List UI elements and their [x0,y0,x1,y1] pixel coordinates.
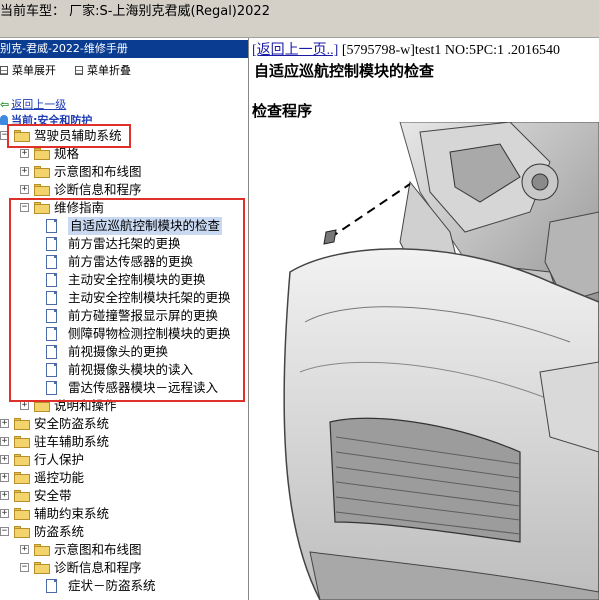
highlight-box-driver-assist [7,124,131,148]
collapse-menu-button[interactable]: 菜单折叠 [75,62,131,78]
tree-folder-item[interactable]: + 遥控功能 [0,469,248,487]
expand-node-icon[interactable]: + [20,401,29,410]
document-pane: [返回上一页..] [5795798-w]test1 NO:5PC:1 .201… [250,38,599,600]
expand-node-icon[interactable]: + [20,545,29,554]
expand-node-icon[interactable]: + [0,491,9,500]
tree-item-label: 安全防盗系统 [34,416,110,431]
tree-item-label: 诊断信息和程序 [54,560,142,575]
collapse-node-icon[interactable]: − [0,527,9,536]
tree-toolbar: 菜单展开 菜单折叠 [0,62,248,78]
tree-doc-item[interactable]: 症状－防盗系统 [0,577,248,595]
expand-node-icon[interactable]: + [0,437,9,446]
tree-folder-item[interactable]: + 安全防盗系统 [0,415,248,433]
model-header-bar: 当前车型： 厂家:S-上海别克君威(Regal)2022 [0,0,599,38]
folder-icon [14,436,30,448]
folder-icon [34,544,50,556]
expand-node-icon[interactable]: + [0,473,9,482]
folder-icon [34,166,50,178]
back-to-parent-link[interactable]: ⇦ 返回上一级 [0,96,66,112]
highlight-box-service-guide [9,198,245,402]
tree-item-label: 安全带 [34,488,72,503]
tree-item-label: 症状－防盗系统 [68,578,156,593]
tree-folder-item[interactable]: + 驻车辅助系统 [0,433,248,451]
expand-menu-button[interactable]: 菜单展开 [0,62,56,78]
menu-collapse-icon [75,66,83,75]
doc-title: 自适应巡航控制模块的检查 [254,62,435,80]
tree-pane-title: 别克-君威-2022-维修手册 [0,40,248,58]
folder-icon [14,418,30,430]
doc-section-heading: 检查程序 [252,102,313,120]
collapse-node-icon[interactable]: − [20,563,29,572]
back-page-link[interactable]: [返回上一页..] [252,43,338,58]
tree-folder-item[interactable]: + 安全带 [0,487,248,505]
document-icon [46,579,57,593]
folder-icon [34,184,50,196]
tree-folder-item[interactable]: − 防盗系统 [0,523,248,541]
manual-tree-pane: 别克-君威-2022-维修手册 菜单展开 菜单折叠 ⇦ 返回上一级 当前:安全和防… [0,38,249,600]
folder-icon [14,454,30,466]
expand-node-icon[interactable]: + [20,185,29,194]
expand-node-icon[interactable]: + [0,509,9,518]
folder-icon [14,490,30,502]
front-bumper-radar-illustration [283,122,599,600]
tree-item-label: 辅助约束系统 [34,506,110,521]
tree-item-label: 示意图和布线图 [54,542,142,557]
tree-folder-item[interactable]: + 诊断信息和程序 [0,181,248,199]
tree-folder-item[interactable]: + 行人保护 [0,451,248,469]
vehicle-model-caption: 当前车型： 厂家:S-上海别克君威(Regal)2022 [0,4,270,19]
tree-item-label: 遥控功能 [34,470,85,485]
tree-folder-item[interactable]: + 示意图和布线图 [0,541,248,559]
doc-nav-line: [返回上一页..] [5795798-w]test1 NO:5PC:1 .201… [252,39,560,59]
tree-folder-item[interactable]: + 示意图和布线图 [0,163,248,181]
folder-icon [14,508,30,520]
tree-folder-item[interactable]: + 辅助约束系统 [0,505,248,523]
green-back-arrow-icon: ⇦ [0,98,10,111]
tree-item-label: 示意图和布线图 [54,164,142,179]
folder-icon [34,562,50,574]
folder-icon [34,148,50,160]
tree-item-label: 诊断信息和程序 [54,182,142,197]
expand-node-icon[interactable]: + [0,455,9,464]
tree-item-label: 防盗系统 [34,524,85,539]
expand-node-icon[interactable]: + [20,149,29,158]
tree-item-label: 行人保护 [34,452,85,467]
expand-node-icon[interactable]: + [20,167,29,176]
folder-icon [14,472,30,484]
folder-icon [14,526,30,538]
expand-node-icon[interactable]: + [0,419,9,428]
tree-item-label: 驻车辅助系统 [34,434,110,449]
doc-info-text: [5795798-w]test1 NO:5PC:1 .2016540 [338,43,560,58]
menu-expand-icon [0,66,8,75]
tree-folder-item[interactable]: − 诊断信息和程序 [0,559,248,577]
